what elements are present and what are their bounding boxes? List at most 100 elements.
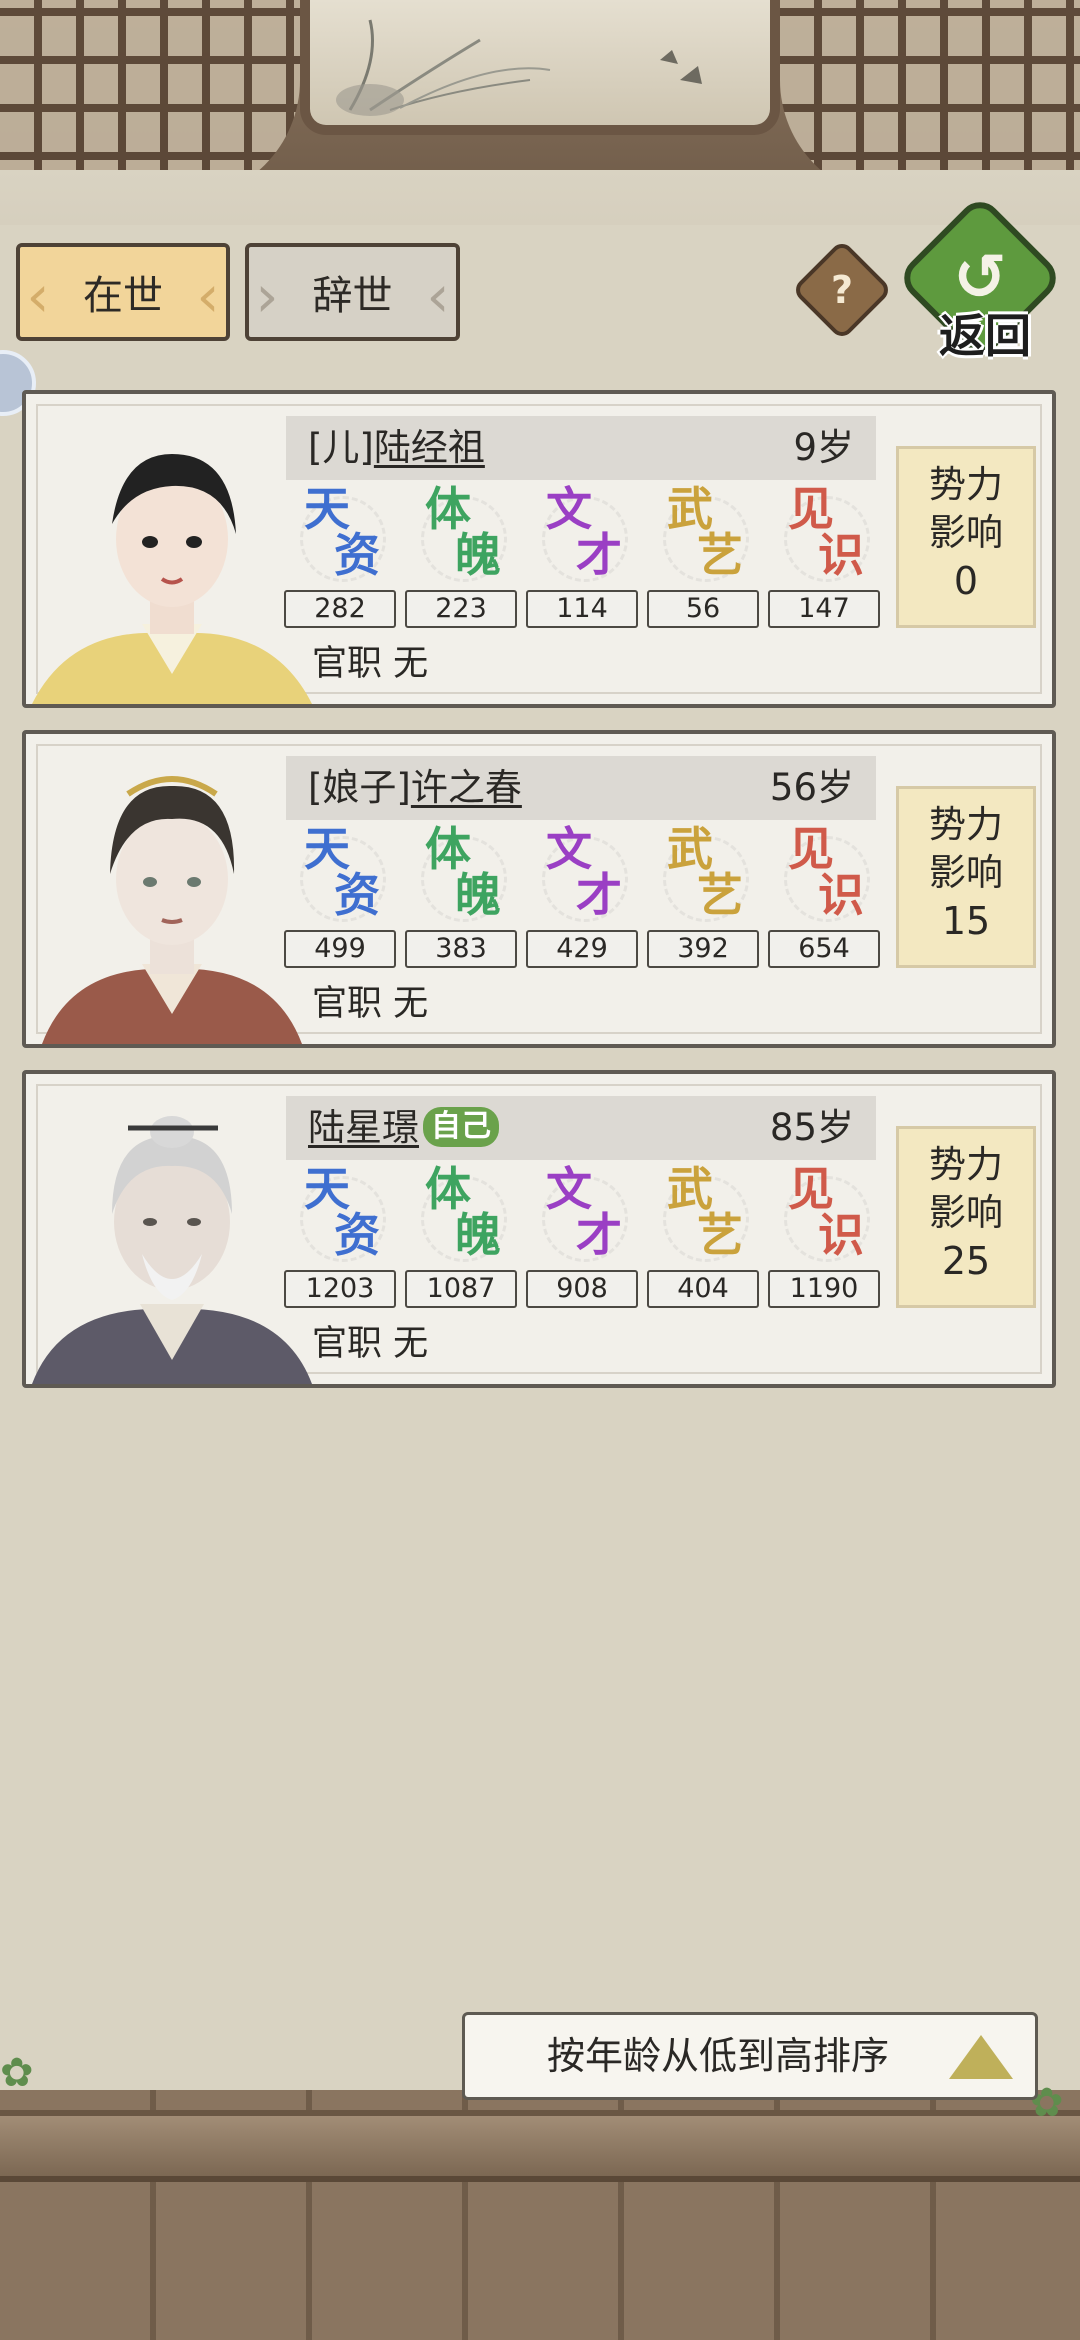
stat-value: 282: [284, 590, 396, 628]
stat-physique: 体魄: [407, 486, 517, 582]
triangle-up-icon: [949, 2035, 1013, 2079]
stat-martial: 武艺: [649, 1166, 759, 1262]
stat-glyph: 体: [425, 482, 471, 536]
member-relation: [娘子]: [308, 766, 411, 809]
stat-glyph: 文: [546, 1162, 592, 1216]
stat-glyph: 识: [818, 1208, 864, 1262]
stat-martial: 武艺: [649, 486, 759, 582]
stat-glyph: 魄: [455, 1208, 501, 1262]
stat-talent: 天资: [286, 826, 396, 922]
influence-label-2: 影响: [929, 851, 1003, 894]
influence-value: 25: [941, 1239, 991, 1283]
influence-value: 15: [941, 899, 991, 943]
stat-glyph: 体: [425, 1162, 471, 1216]
stat-glyph: 文: [546, 822, 592, 876]
chevron-left-icon: ‹: [26, 262, 50, 330]
influence-label-1: 势力: [929, 463, 1003, 506]
stat-physique: 体魄: [407, 1166, 517, 1262]
stat-glyph: 体: [425, 822, 471, 876]
help-button[interactable]: ?: [791, 239, 893, 341]
stat-glyph: 资: [334, 528, 380, 582]
influence-label-1: 势力: [929, 1143, 1003, 1186]
stat-martial: 武艺: [649, 826, 759, 922]
stat-glyph: 天: [304, 822, 350, 876]
self-badge: 自己: [423, 1107, 499, 1147]
influence-box: 势力 影响 25: [896, 1126, 1036, 1308]
stat-glyph: 见: [788, 482, 834, 536]
stat-glyph: 武: [667, 482, 713, 536]
stat-glyph: 艺: [697, 868, 743, 922]
stat-value: 223: [405, 590, 517, 628]
member-name-text: 陆经祖: [373, 426, 485, 469]
office-text: 官职 无: [312, 984, 429, 1024]
influence-box: 势力 影响 15: [896, 786, 1036, 968]
stat-value: 908: [526, 1270, 638, 1308]
stat-glyph: 才: [576, 868, 622, 922]
chevron-left-icon: ‹: [426, 262, 450, 330]
stat-knowledge: 见识: [770, 826, 880, 922]
stat-physique: 体魄: [407, 826, 517, 922]
avatar: [32, 1104, 322, 1384]
stat-glyph: 天: [304, 1162, 350, 1216]
influence-label-2: 影响: [929, 1191, 1003, 1234]
stat-glyph: 魄: [455, 528, 501, 582]
stat-glyph: 文: [546, 482, 592, 536]
sort-button[interactable]: 按年龄从低到高排序: [462, 2012, 1038, 2100]
shelf-background: [0, 170, 1080, 225]
tab-alive[interactable]: ‹ 在世 ‹: [16, 243, 230, 341]
stat-value: 1087: [405, 1270, 517, 1308]
back-button-label[interactable]: 返回: [920, 300, 1050, 366]
stat-talent: 天资: [286, 486, 396, 582]
chevron-left-icon: ‹: [196, 262, 220, 330]
stat-value: 499: [284, 930, 396, 968]
member-name-text: 陆星璟: [308, 1106, 419, 1149]
flower-plant-icon: ✿: [0, 2050, 34, 2096]
member-age: 56岁: [769, 766, 854, 809]
stat-glyph: 才: [576, 528, 622, 582]
member-age: 85岁: [769, 1106, 854, 1149]
tab-deceased-label: 辞世: [312, 273, 393, 319]
member-relation: [儿]: [308, 426, 374, 469]
stat-value: 429: [526, 930, 638, 968]
tab-deceased[interactable]: › 辞世 ‹: [245, 243, 460, 341]
stat-literary: 文才: [528, 1166, 638, 1262]
stat-value: 147: [768, 590, 880, 628]
name-bar: 陆星璟 自己 85岁: [286, 1096, 876, 1160]
member-card[interactable]: 陆星璟 自己 85岁 天资 体魄 文才 武艺 见识 1203 1087 908 4…: [22, 1070, 1056, 1388]
stat-glyph: 才: [576, 1208, 622, 1262]
stat-glyph: 天: [304, 482, 350, 536]
stat-glyph: 识: [818, 868, 864, 922]
member-age: 9岁: [793, 426, 854, 469]
name-bar: [儿]陆经祖 9岁: [286, 416, 876, 480]
name-bar: [娘子]许之春 56岁: [286, 756, 876, 820]
member-card[interactable]: [娘子]许之春 56岁 天资 体魄 文才 武艺 见识 499 383 429 3…: [22, 730, 1056, 1048]
member-name[interactable]: [娘子]许之春: [308, 756, 522, 820]
stat-glyph: 资: [334, 1208, 380, 1262]
orchid-painting: [300, 0, 780, 135]
tab-alive-label: 在世: [83, 273, 163, 319]
wood-rail: [0, 2110, 1080, 2182]
avatar: [32, 764, 322, 1044]
stat-glyph: 见: [788, 822, 834, 876]
stat-glyph: 艺: [697, 528, 743, 582]
stat-glyph: 魄: [455, 868, 501, 922]
stat-glyph: 艺: [697, 1208, 743, 1262]
member-name[interactable]: 陆星璟 自己: [308, 1096, 499, 1160]
stat-value: 1203: [284, 1270, 396, 1308]
stat-glyph: 武: [667, 822, 713, 876]
member-card[interactable]: [儿]陆经祖 9岁 天资 体魄 文才 武艺 见识 282 223 114 56 …: [22, 390, 1056, 708]
member-name[interactable]: [儿]陆经祖: [308, 416, 485, 480]
member-name-text: 许之春: [410, 766, 522, 809]
stat-value: 654: [768, 930, 880, 968]
stat-value: 392: [647, 930, 759, 968]
stat-knowledge: 见识: [770, 486, 880, 582]
sort-label: 按年龄从低到高排序: [547, 2034, 890, 2078]
stat-value: 383: [405, 930, 517, 968]
stat-glyph: 见: [788, 1162, 834, 1216]
influence-box: 势力 影响 0: [896, 446, 1036, 628]
office-text: 官职 无: [312, 1324, 429, 1364]
chevron-right-icon: ›: [255, 262, 279, 330]
question-icon: ?: [830, 268, 854, 312]
office-text: 官职 无: [312, 644, 429, 684]
avatar: [32, 424, 322, 704]
